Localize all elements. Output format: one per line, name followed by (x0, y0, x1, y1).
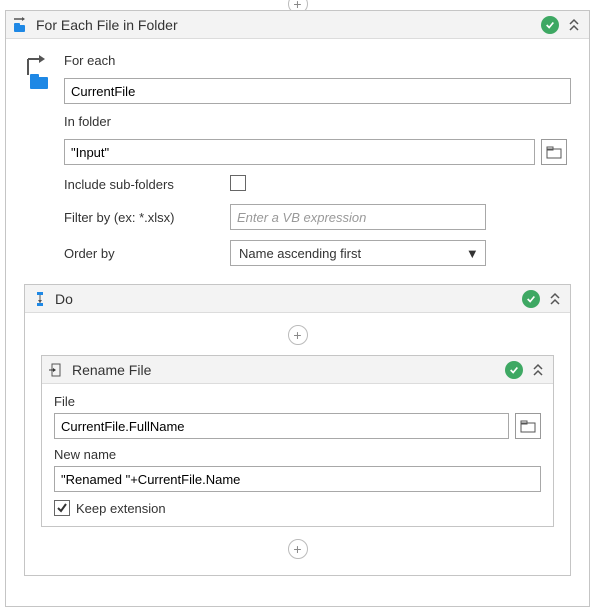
for-each-header[interactable]: For Each File in Folder (6, 11, 589, 39)
for-each-title: For Each File in Folder (36, 17, 535, 33)
do-title: Do (55, 291, 516, 307)
sequence-icon (31, 290, 49, 308)
order-by-value: Name ascending first (239, 246, 361, 261)
collapse-button[interactable] (565, 16, 583, 34)
add-activity-before[interactable]: + (41, 325, 554, 345)
rename-file-panel: Rename File File (41, 355, 554, 527)
do-header[interactable]: Do (25, 285, 570, 313)
add-activity-after[interactable]: + (41, 539, 554, 559)
include-sub-checkbox[interactable] (230, 175, 246, 191)
new-name-input[interactable] (54, 466, 541, 492)
do-body: + Rename File (25, 313, 570, 575)
for-each-label: For each (64, 53, 571, 68)
chevron-down-icon: ▼ (466, 246, 479, 261)
keep-extension-checkbox[interactable] (54, 500, 70, 516)
browse-folder-button[interactable] (541, 139, 567, 165)
rename-body: File New name (42, 384, 553, 526)
keep-extension-label: Keep extension (76, 501, 166, 516)
plus-icon: + (288, 539, 308, 559)
file-input[interactable] (54, 413, 509, 439)
iterator-icon (24, 53, 54, 266)
order-by-label: Order by (64, 246, 224, 261)
do-panel: Do + (24, 284, 571, 576)
order-by-select[interactable]: Name ascending first ▼ (230, 240, 486, 266)
for-each-file-panel: For Each File in Folder For each (5, 10, 590, 607)
collapse-button[interactable] (529, 361, 547, 379)
filter-by-label: Filter by (ex: *.xlsx) (64, 210, 224, 225)
plus-icon: + (288, 325, 308, 345)
rename-header[interactable]: Rename File (42, 356, 553, 384)
browse-file-button[interactable] (515, 413, 541, 439)
for-each-file-icon (12, 16, 30, 34)
rename-file-icon (48, 361, 66, 379)
include-sub-label: Include sub-folders (64, 177, 224, 192)
for-each-input[interactable] (64, 78, 571, 104)
rename-title: Rename File (72, 362, 499, 378)
collapse-button[interactable] (546, 290, 564, 308)
file-label: File (54, 394, 541, 409)
in-folder-input[interactable] (64, 139, 535, 165)
in-folder-label: In folder (64, 114, 571, 129)
new-name-label: New name (54, 447, 541, 462)
status-ok-icon (522, 290, 540, 308)
for-each-body: For each In folder Include sub-folders (6, 39, 589, 594)
filter-by-input[interactable] (230, 204, 486, 230)
status-ok-icon (505, 361, 523, 379)
status-ok-icon (541, 16, 559, 34)
